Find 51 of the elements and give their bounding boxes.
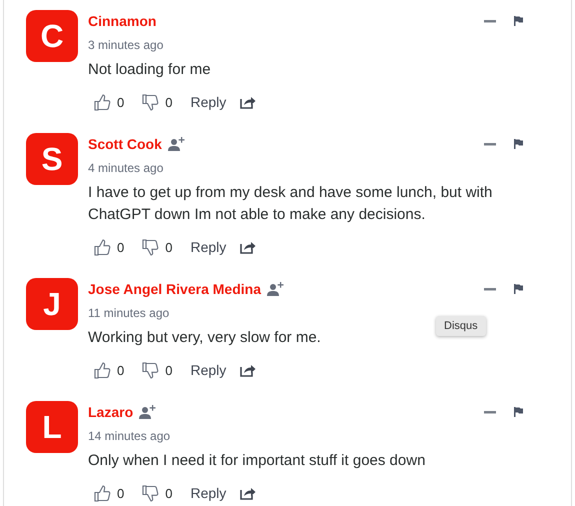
- comment-text: Not loading for me: [88, 60, 212, 80]
- follow-user-icon[interactable]: [168, 136, 186, 152]
- downvote-count: 0: [165, 240, 172, 254]
- tooltip: Disqus: [436, 316, 486, 336]
- author-name[interactable]: Cinnamon: [88, 13, 156, 29]
- thumbs-up-icon[interactable]: [94, 362, 111, 378]
- avatar[interactable]: J: [26, 278, 78, 330]
- flag-icon[interactable]: [514, 284, 523, 294]
- flag-icon[interactable]: [514, 139, 523, 149]
- avatar[interactable]: L: [26, 401, 78, 453]
- collapse-icon[interactable]: [484, 410, 496, 414]
- comment-text: Working but very, very slow for me.: [88, 328, 322, 348]
- reply-button[interactable]: Reply: [190, 485, 226, 501]
- upvote-count: 0: [117, 362, 124, 378]
- upvote-count: 0: [117, 486, 124, 500]
- downvote-count: 0: [165, 362, 172, 378]
- reply-button[interactable]: Reply: [190, 362, 226, 378]
- author-name[interactable]: Scott Cook: [88, 136, 162, 152]
- author-name[interactable]: Jose Angel Rivera Medina: [88, 281, 261, 297]
- thumbs-up-icon[interactable]: [94, 94, 111, 110]
- flag-icon[interactable]: [514, 16, 523, 26]
- follow-user-icon[interactable]: [266, 281, 285, 297]
- upvote-count: 0: [117, 94, 124, 110]
- share-icon[interactable]: [240, 363, 256, 377]
- timestamp[interactable]: 4 minutes ago: [88, 159, 571, 177]
- share-icon[interactable]: [240, 95, 256, 109]
- thumbs-down-icon[interactable]: [142, 238, 160, 256]
- collapse-icon[interactable]: [484, 288, 496, 290]
- reply-button[interactable]: Reply: [190, 239, 226, 255]
- avatar[interactable]: C: [26, 10, 78, 62]
- thumbs-down-icon[interactable]: [142, 94, 160, 110]
- downvote-count: 0: [165, 486, 172, 500]
- follow-user-icon[interactable]: [139, 404, 158, 420]
- thumbs-down-icon[interactable]: [142, 484, 160, 502]
- comment-text: Only when I need it for important stuff it goes down: [88, 451, 426, 471]
- author-name[interactable]: Lazaro: [88, 404, 134, 420]
- upvote-count: 0: [117, 240, 124, 254]
- share-icon[interactable]: [240, 486, 256, 500]
- share-icon[interactable]: [240, 240, 256, 254]
- collapse-icon[interactable]: [484, 142, 496, 146]
- comment-text: I have to get up from my desk and have some lunch, but with ChatGPT down Im not able to make any decisions.: [88, 183, 494, 225]
- timestamp[interactable]: 3 minutes ago: [88, 36, 571, 54]
- downvote-count: 0: [165, 94, 172, 110]
- reply-button[interactable]: Reply: [190, 94, 226, 110]
- collapse-icon[interactable]: [484, 20, 496, 22]
- thumbs-up-icon[interactable]: [94, 238, 111, 256]
- thumbs-down-icon[interactable]: [142, 362, 160, 378]
- timestamp[interactable]: 14 minutes ago: [88, 427, 571, 445]
- thumbs-up-icon[interactable]: [94, 484, 111, 502]
- flag-icon[interactable]: [514, 407, 523, 417]
- avatar[interactable]: S: [26, 133, 78, 185]
